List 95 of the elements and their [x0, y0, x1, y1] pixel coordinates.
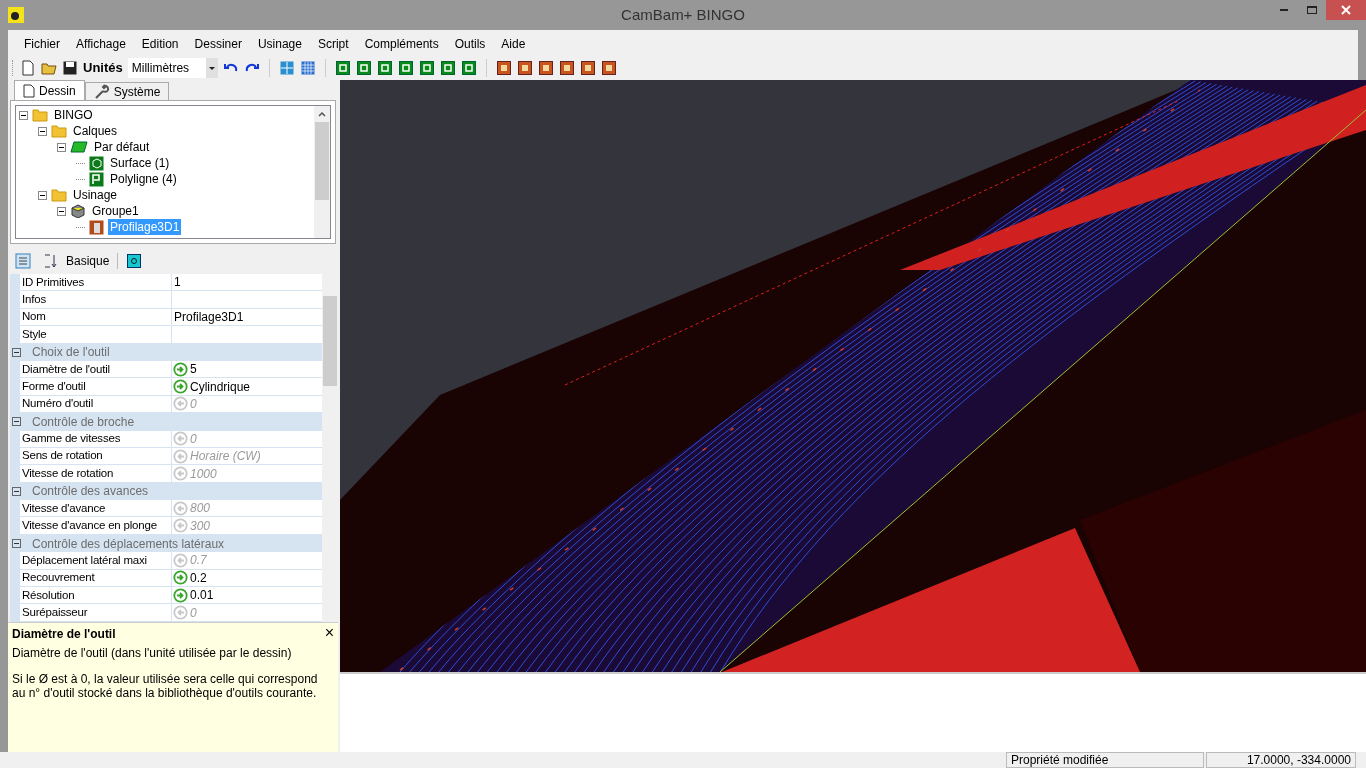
- menu-item[interactable]: Usinage: [249, 35, 310, 53]
- property-name: Sens de rotation: [21, 448, 103, 464]
- help-title: Diamètre de l'outil: [12, 626, 116, 643]
- mode-label[interactable]: Basique: [66, 252, 110, 270]
- property-name: ID Primitives: [21, 274, 84, 290]
- expander-icon[interactable]: [38, 126, 47, 136]
- tree-item[interactable]: Groupe1: [90, 203, 141, 219]
- help-text: Diamètre de l'outil (dans l'unité utilisée par le dessin): [12, 646, 293, 660]
- folder-icon: [32, 108, 48, 122]
- draw-tool-icon[interactable]: [376, 60, 393, 76]
- tree-item[interactable]: BINGO: [52, 107, 95, 123]
- operation-icon: [89, 219, 104, 235]
- collapse-icon[interactable]: [12, 486, 21, 496]
- open-folder-icon[interactable]: [41, 60, 57, 76]
- coordinates-text: 17.0000, -334.0000: [1206, 752, 1356, 768]
- save-icon[interactable]: [62, 60, 78, 76]
- tree-item[interactable]: Surface (1): [108, 155, 172, 171]
- collapse-icon[interactable]: [12, 417, 21, 427]
- scroll-up-icon[interactable]: [317, 109, 327, 119]
- panel-tab[interactable]: Système: [84, 82, 170, 100]
- panel-tab[interactable]: Dessin: [14, 80, 85, 100]
- draw-tool-icon[interactable]: [418, 60, 435, 76]
- property-name: Vitesse d'avance: [21, 500, 106, 516]
- property-name: Surépaisseur: [21, 605, 88, 620]
- layer-icon: [70, 141, 88, 153]
- property-value[interactable]: 5: [188, 360, 197, 379]
- expander-icon[interactable]: [57, 206, 66, 216]
- category-label: Contrôle des avances: [31, 483, 149, 501]
- collapse-icon[interactable]: [12, 347, 21, 357]
- property-name: Style: [21, 326, 47, 342]
- property-name: Nom: [21, 309, 46, 325]
- property-value[interactable]: 0.2: [188, 568, 207, 587]
- tree-item[interactable]: Calques: [71, 123, 120, 139]
- property-value[interactable]: Profilage3D1: [172, 308, 244, 326]
- category-label: Contrôle des déplacements latéraux: [31, 535, 225, 553]
- scrollbar-thumb[interactable]: [315, 122, 329, 200]
- property-value[interactable]: Cylindrique: [188, 377, 251, 396]
- property-name: Diamètre de l'outil: [21, 361, 110, 377]
- tree-item[interactable]: Par défaut: [92, 139, 152, 155]
- folder-icon: [51, 188, 67, 202]
- category-label: Contrôle de broche: [31, 413, 135, 431]
- close-icon[interactable]: [1326, 0, 1366, 20]
- caret-icon: [205, 58, 218, 78]
- menu-item[interactable]: Aide: [493, 35, 534, 53]
- property-name: Résolution: [21, 587, 75, 603]
- wrench-icon: [93, 83, 110, 100]
- menu-item[interactable]: Edition: [133, 35, 187, 53]
- property-value[interactable]: 0.01: [188, 586, 214, 605]
- menu-item[interactable]: Outils: [446, 35, 494, 53]
- category-label: Choix de l'outil: [31, 344, 110, 362]
- property-name: Vitesse de rotation: [21, 465, 114, 481]
- document-icon: [23, 83, 35, 98]
- window-title: CamBam+ BINGO: [621, 4, 745, 25]
- property-name: Déplacement latéral maxi: [21, 552, 147, 568]
- help-close-button[interactable]: ×: [324, 625, 334, 641]
- expander-icon[interactable]: [57, 142, 66, 152]
- folder-icon: [51, 124, 67, 138]
- grid-icon[interactable]: [299, 60, 316, 76]
- help-icon[interactable]: [126, 253, 143, 269]
- polyline-icon: [89, 171, 104, 187]
- status-text: Propriété modifiée: [1006, 752, 1204, 768]
- draw-tool-icon[interactable]: [334, 60, 351, 76]
- menu-item[interactable]: Fichier: [16, 35, 68, 53]
- property-name: Gamme de vitesses: [21, 431, 121, 447]
- machining-tool-icon[interactable]: [558, 60, 575, 76]
- property-name: Numéro d'outil: [21, 396, 93, 412]
- tree-item[interactable]: Polyligne (4): [108, 171, 179, 187]
- draw-tool-icon[interactable]: [397, 60, 414, 76]
- draw-tool-icon[interactable]: [460, 60, 477, 76]
- units-label: Unités: [83, 59, 123, 78]
- units-dropdown[interactable]: Millimètres: [127, 58, 218, 78]
- expander-icon[interactable]: [19, 110, 28, 120]
- machining-tool-icon[interactable]: [495, 60, 512, 76]
- collapse-icon[interactable]: [12, 539, 21, 549]
- property-name: Infos: [21, 291, 46, 307]
- tree-item[interactable]: Usinage: [71, 187, 120, 203]
- draw-tool-icon[interactable]: [439, 60, 456, 76]
- menu-item[interactable]: Dessiner: [186, 35, 250, 53]
- app-logo-icon: [8, 7, 24, 23]
- machining-tool-icon[interactable]: [516, 60, 533, 76]
- property-name: Forme d'outil: [21, 378, 86, 394]
- draw-tool-icon[interactable]: [355, 60, 372, 76]
- expander-icon[interactable]: [38, 190, 47, 200]
- menu-item[interactable]: Compléments: [356, 35, 447, 53]
- machining-tool-icon[interactable]: [600, 60, 617, 76]
- help-text: Si le Ø est à 0, la valeur utilisée sera celle qui correspond au n° d'outil stocké dans la bibliothèque d'outils courante.: [12, 672, 319, 700]
- machining-tool-icon[interactable]: [537, 60, 554, 76]
- property-name: Vitesse d'avance en plonge: [21, 518, 157, 534]
- menu-item[interactable]: Affichage: [68, 35, 134, 53]
- property-value[interactable]: 1: [172, 274, 181, 292]
- menu-item[interactable]: Script: [309, 35, 357, 53]
- machining-tool-icon[interactable]: [579, 60, 596, 76]
- scrollbar-thumb[interactable]: [323, 296, 337, 386]
- new-file-icon[interactable]: [20, 60, 36, 76]
- property-name: Recouvrement: [21, 570, 95, 586]
